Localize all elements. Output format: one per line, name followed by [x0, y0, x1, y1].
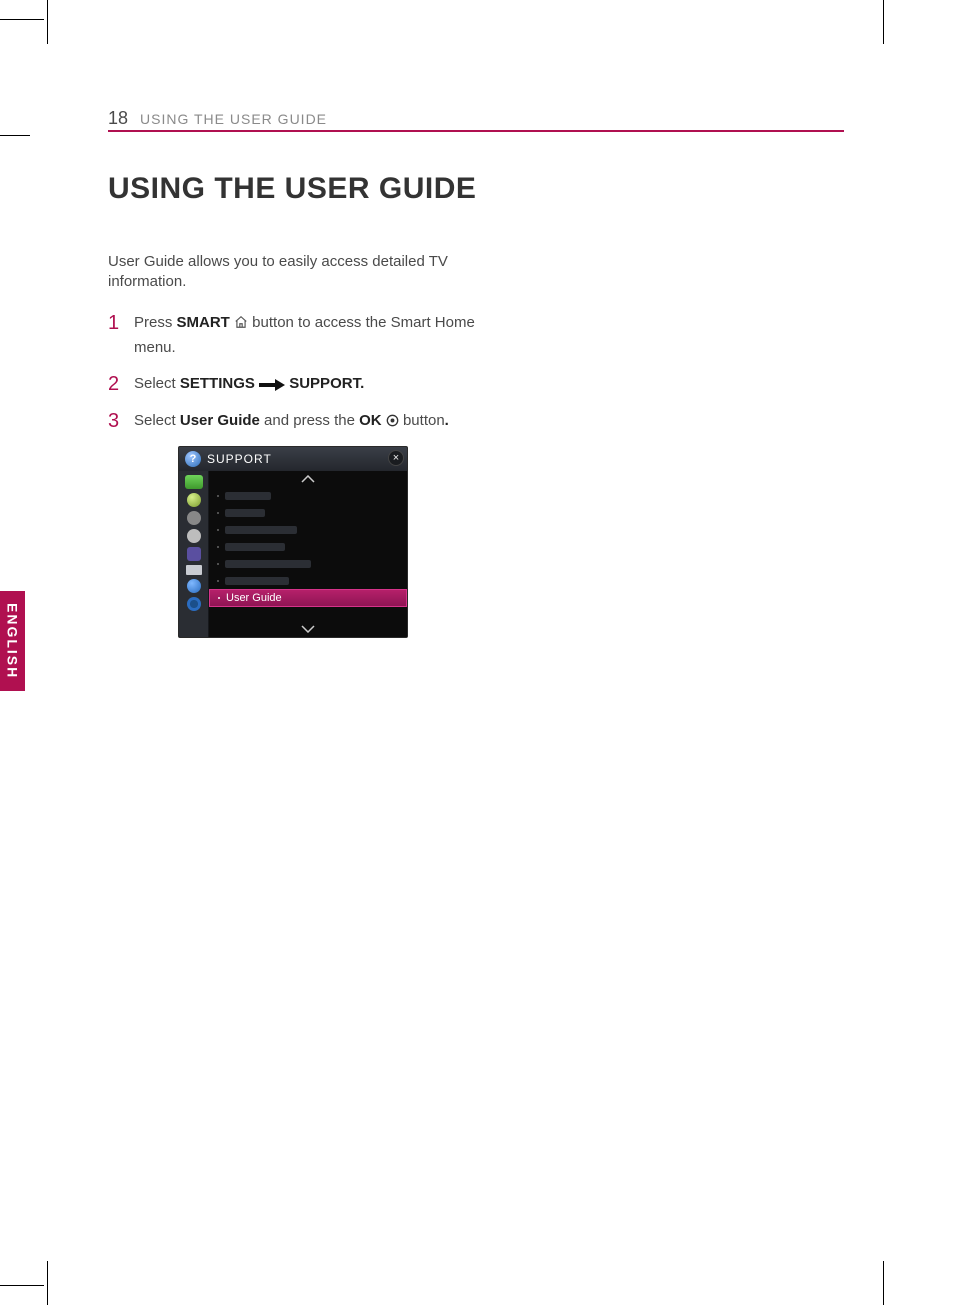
crop-mark — [0, 135, 30, 136]
help-icon: ? — [185, 451, 201, 467]
crop-mark — [47, 0, 48, 44]
step-3: 3 Select User Guide and press the OK but… — [108, 410, 478, 435]
support-list-item[interactable] — [209, 538, 407, 555]
support-panel-body: User Guide — [179, 471, 407, 637]
arrow-right-icon — [259, 375, 285, 392]
step-1: 1 Press SMART button to access the Smart… — [108, 312, 478, 359]
sidebar-icon[interactable] — [187, 493, 201, 507]
sidebar-icon[interactable] — [187, 579, 201, 593]
support-panel-title: SUPPORT — [207, 452, 272, 466]
sidebar-icon[interactable] — [187, 511, 201, 525]
bold: OK — [359, 412, 382, 429]
text: Select — [134, 412, 180, 429]
support-list-item[interactable] — [209, 504, 407, 521]
step-number: 2 — [108, 373, 134, 395]
main-content: USING THE USER GUIDE User Guide allows y… — [108, 170, 478, 448]
crop-mark — [0, 1285, 44, 1286]
text: Select — [134, 375, 180, 392]
support-list-item-selected[interactable]: User Guide — [209, 589, 407, 607]
step-text: Select SETTINGS SUPPORT. — [134, 373, 364, 396]
sidebar-icon[interactable] — [186, 565, 202, 575]
text: button — [399, 412, 445, 429]
page-title: USING THE USER GUIDE — [108, 170, 478, 208]
sidebar-icon[interactable] — [187, 597, 201, 611]
intro-text: User Guide allows you to easily access d… — [108, 252, 478, 293]
crop-mark — [0, 19, 44, 20]
bold: SMART — [177, 314, 230, 331]
step-text: Select User Guide and press the OK butto… — [134, 410, 449, 435]
text: Press — [134, 314, 177, 331]
crop-mark — [883, 1261, 884, 1305]
support-list: User Guide — [209, 471, 407, 637]
selected-label: User Guide — [226, 592, 282, 604]
sidebar-icon[interactable] — [185, 475, 203, 489]
support-list-items: User Guide — [209, 487, 407, 621]
page-header: 18 USING THE USER GUIDE — [108, 108, 844, 132]
step-number: 1 — [108, 312, 134, 334]
bold: SUPPORT. — [289, 375, 364, 392]
bold: SETTINGS — [180, 375, 255, 392]
support-list-item[interactable] — [209, 521, 407, 538]
close-icon[interactable]: × — [388, 450, 404, 466]
steps-list: 1 Press SMART button to access the Smart… — [108, 312, 478, 434]
support-panel-header: ? SUPPORT × — [179, 447, 407, 471]
support-list-item[interactable] — [209, 572, 407, 589]
ok-wheel-icon — [386, 412, 399, 435]
crop-mark — [883, 0, 884, 44]
language-tab: ENGLISH — [0, 591, 25, 691]
support-sidebar — [179, 471, 209, 637]
support-list-item[interactable] — [209, 555, 407, 572]
support-list-item[interactable] — [209, 487, 407, 504]
sidebar-icon[interactable] — [187, 547, 201, 561]
step-text: Press SMART button to access the Smart H… — [134, 312, 478, 359]
step-number: 3 — [108, 410, 134, 432]
sidebar-icon[interactable] — [187, 529, 201, 543]
text: and press the — [260, 412, 359, 429]
support-panel: ? SUPPORT × — [178, 446, 408, 638]
manual-page: 18 USING THE USER GUIDE ENGLISH USING TH… — [0, 0, 954, 1305]
crop-mark — [47, 1261, 48, 1305]
bold: . — [445, 412, 449, 429]
step-2: 2 Select SETTINGS SUPPORT. — [108, 373, 478, 396]
bold: User Guide — [180, 412, 260, 429]
scroll-up-icon[interactable] — [209, 471, 407, 487]
scroll-down-icon[interactable] — [209, 621, 407, 637]
header-section-label: USING THE USER GUIDE — [140, 111, 327, 127]
page-number: 18 — [108, 108, 128, 129]
home-icon — [234, 314, 248, 337]
